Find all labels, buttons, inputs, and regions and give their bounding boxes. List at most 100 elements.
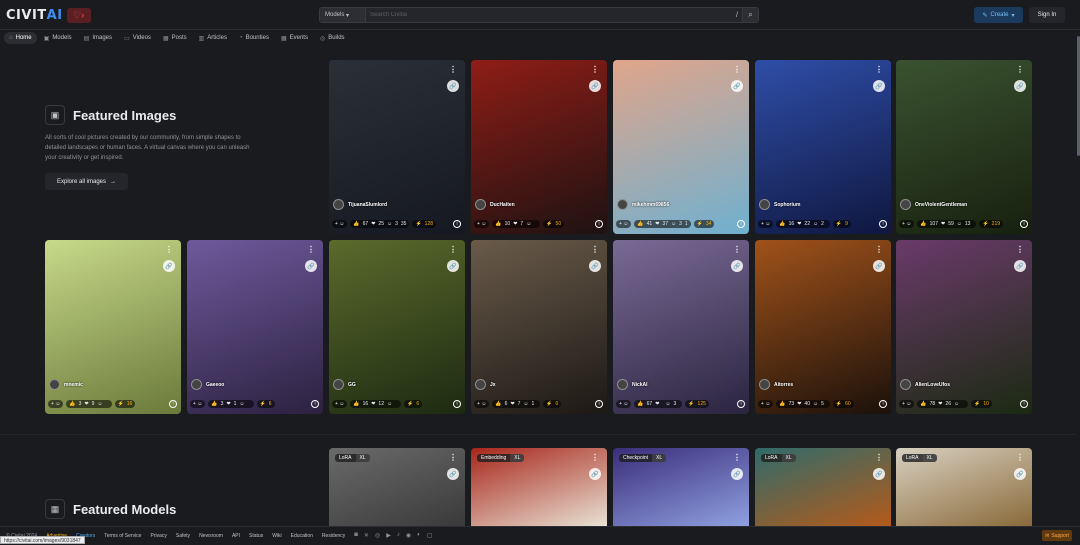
create-button[interactable]: ✎ Create ▾ bbox=[974, 7, 1023, 23]
link-icon[interactable]: 🔗 bbox=[447, 80, 459, 92]
more-menu-icon[interactable]: ⋮ bbox=[307, 245, 315, 254]
link-icon[interactable]: 🔗 bbox=[1014, 80, 1026, 92]
info-icon[interactable]: i bbox=[1020, 400, 1028, 408]
card-user[interactable]: Sophorium bbox=[759, 199, 800, 210]
link-icon[interactable]: 🔗 bbox=[1014, 468, 1026, 480]
nav-posts[interactable]: ▦ Posts bbox=[158, 32, 192, 44]
buzz-tip-button[interactable]: ⚡ 9 bbox=[832, 220, 851, 228]
add-reaction-button[interactable]: + ☺ bbox=[474, 220, 490, 228]
image-card[interactable]: ⋮ 🔗 Jx + ☺ 👍 6 ❤ 7 ☺ 1 ⚡ 0 i bbox=[471, 240, 607, 414]
sign-in-button[interactable]: Sign In bbox=[1029, 7, 1065, 23]
image-card[interactable]: ⋮ 🔗 Aitorres + ☺ 👍 73 ❤ 40 ☺ 5 ⚡ 60 i bbox=[755, 240, 891, 414]
more-menu-icon[interactable]: ⋮ bbox=[733, 245, 741, 254]
link-icon[interactable]: 🔗 bbox=[447, 468, 459, 480]
more-menu-icon[interactable]: ⋮ bbox=[591, 453, 599, 462]
card-user[interactable]: DucHaiten bbox=[475, 199, 515, 210]
add-reaction-button[interactable]: + ☺ bbox=[616, 400, 632, 408]
info-icon[interactable]: i bbox=[311, 400, 319, 408]
add-reaction-button[interactable]: + ☺ bbox=[474, 400, 490, 408]
footer-link-wiki[interactable]: Wiki bbox=[272, 533, 281, 539]
buzz-tip-button[interactable]: ⚡ 6 bbox=[404, 400, 423, 408]
card-user[interactable]: Gaeeoo bbox=[191, 379, 224, 390]
link-icon[interactable]: 🔗 bbox=[731, 468, 743, 480]
discord-icon[interactable]: ◙ bbox=[354, 532, 358, 539]
reactions[interactable]: 👍 3 ❤ 9 ☺ bbox=[66, 400, 112, 408]
civitai-logo[interactable]: CIVITAI ♡› bbox=[6, 7, 91, 23]
search-scope-select[interactable]: Models ▾ bbox=[320, 8, 366, 22]
more-menu-icon[interactable]: ⋮ bbox=[733, 453, 741, 462]
model-card[interactable]: Embedding XL ⋮ 🔗 bbox=[471, 448, 607, 526]
add-reaction-button[interactable]: + ☺ bbox=[332, 400, 348, 408]
link-icon[interactable]: 🔗 bbox=[731, 80, 743, 92]
footer-link-newsroom[interactable]: Newsroom bbox=[199, 533, 223, 539]
card-user[interactable]: Aitorres bbox=[759, 379, 793, 390]
search-icon[interactable]: ⌕ bbox=[742, 8, 758, 22]
buzz-tip-button[interactable]: ⚡ 219 bbox=[979, 220, 1004, 228]
info-icon[interactable]: i bbox=[595, 400, 603, 408]
image-card[interactable]: ⋮ 🔗 GG + ☺ 👍 16 ❤ 12 ☺ ⚡ 6 i bbox=[329, 240, 465, 414]
model-card[interactable]: Checkpoint XL ⋮ 🔗 bbox=[613, 448, 749, 526]
add-reaction-button[interactable]: + ☺ bbox=[332, 220, 348, 228]
github-icon[interactable]: ◐ bbox=[417, 532, 421, 539]
buzz-tip-button[interactable]: ⚡ 6 bbox=[256, 400, 275, 408]
more-menu-icon[interactable]: ⋮ bbox=[165, 245, 173, 254]
link-icon[interactable]: 🔗 bbox=[873, 468, 885, 480]
image-card[interactable]: ⋮ 🔗 TijuanaSlumlord + ☺ 👍 67 ❤ 25 ☺ 3 35 ⚡ 128 i bbox=[329, 60, 465, 234]
buzz-tip-button[interactable]: ⚡ 16 bbox=[114, 400, 136, 408]
add-reaction-button[interactable]: + ☺ bbox=[899, 220, 915, 228]
card-user[interactable]: AlienLoveUfos bbox=[900, 379, 950, 390]
reactions[interactable]: 👍 73 ❤ 40 ☺ 5 bbox=[776, 400, 830, 408]
reddit-icon[interactable]: ◉ bbox=[406, 532, 411, 539]
footer-link-api[interactable]: API bbox=[232, 533, 240, 539]
buzz-tip-button[interactable]: ⚡ 60 bbox=[832, 400, 854, 408]
card-user[interactable]: mnemic bbox=[49, 379, 83, 390]
reactions[interactable]: 👍 67 ❤ 25 ☺ 3 35 bbox=[350, 220, 410, 228]
footer-link-education[interactable]: Education bbox=[291, 533, 313, 539]
footer-link-residency[interactable]: Residency bbox=[322, 533, 345, 539]
image-card[interactable]: ⋮ 🔗 mikehmm69856 + ☺ 👍 41 ❤ 37 ☺ 3 1 ⚡ 34 i bbox=[613, 60, 749, 234]
info-icon[interactable]: i bbox=[453, 220, 461, 228]
add-reaction-button[interactable]: + ☺ bbox=[758, 400, 774, 408]
image-card[interactable]: ⋮ 🔗 Sophorium + ☺ 👍 16 ❤ 22 ☺ 2 ⚡ 9 i bbox=[755, 60, 891, 234]
x-icon[interactable]: ✕ bbox=[364, 532, 369, 539]
footer-link-safety[interactable]: Safety bbox=[176, 533, 190, 539]
image-card[interactable]: ⋮ 🔗 AlienLoveUfos + ☺ 👍 78 ❤ 26 ☺ ⚡ 10 i bbox=[896, 240, 1032, 414]
reactions[interactable]: 👍 107 ❤ 59 ☺ 13 bbox=[917, 220, 977, 228]
info-icon[interactable]: i bbox=[1020, 220, 1028, 228]
info-icon[interactable]: i bbox=[737, 220, 745, 228]
card-user[interactable]: NickAI bbox=[617, 379, 648, 390]
instagram-icon[interactable]: ◎ bbox=[375, 532, 380, 539]
nav-videos[interactable]: ▭ Videos bbox=[119, 32, 156, 44]
nav-articles[interactable]: ▥ Articles bbox=[194, 32, 232, 44]
more-menu-icon[interactable]: ⋮ bbox=[875, 65, 883, 74]
explore-all-images-button[interactable]: Explore all images → bbox=[45, 173, 128, 190]
image-card[interactable]: ⋮ 🔗 DucHaiten + ☺ 👍 10 ❤ 7 ☺ ⚡ 50 i bbox=[471, 60, 607, 234]
more-menu-icon[interactable]: ⋮ bbox=[875, 453, 883, 462]
link-icon[interactable]: 🔗 bbox=[163, 260, 175, 272]
add-reaction-button[interactable]: + ☺ bbox=[616, 220, 632, 228]
support-button[interactable]: ✉ Support bbox=[1042, 530, 1072, 541]
nav-models[interactable]: ▣ Models bbox=[39, 32, 77, 44]
nav-builds[interactable]: ◎ Builds bbox=[315, 32, 350, 44]
footer-link-status[interactable]: Status bbox=[249, 533, 263, 539]
link-icon[interactable]: 🔗 bbox=[873, 80, 885, 92]
search-input[interactable] bbox=[366, 8, 732, 22]
card-user[interactable]: TijuanaSlumlord bbox=[333, 199, 387, 210]
link-icon[interactable]: 🔗 bbox=[589, 80, 601, 92]
reactions[interactable]: 👍 41 ❤ 37 ☺ 3 1 bbox=[634, 220, 691, 228]
reactions[interactable]: 👍 16 ❤ 12 ☺ bbox=[350, 400, 402, 408]
card-user[interactable]: GG bbox=[333, 379, 356, 390]
more-menu-icon[interactable]: ⋮ bbox=[1016, 245, 1024, 254]
image-card[interactable]: ⋮ 🔗 Gaeeoo + ☺ 👍 3 ❤ 1 ☺ ⚡ 6 i bbox=[187, 240, 323, 414]
add-reaction-button[interactable]: + ☺ bbox=[190, 400, 206, 408]
link-icon[interactable]: 🔗 bbox=[1014, 260, 1026, 272]
buzz-tip-button[interactable]: ⚡ 34 bbox=[693, 220, 715, 228]
footer-link-terms[interactable]: Terms of Service bbox=[104, 533, 141, 539]
reactions[interactable]: 👍 10 ❤ 7 ☺ bbox=[492, 220, 541, 228]
buzz-tip-button[interactable]: ⚡ 125 bbox=[685, 400, 709, 408]
reactions[interactable]: 👍 67 ❤ ☺ 3 bbox=[634, 400, 683, 408]
reactions[interactable]: 👍 16 ❤ 22 ☺ 2 bbox=[776, 220, 830, 228]
nav-events[interactable]: ▦ Events bbox=[276, 32, 313, 44]
footer-link-privacy[interactable]: Privacy bbox=[150, 533, 166, 539]
reactions[interactable]: 👍 6 ❤ 7 ☺ 1 bbox=[492, 400, 541, 408]
